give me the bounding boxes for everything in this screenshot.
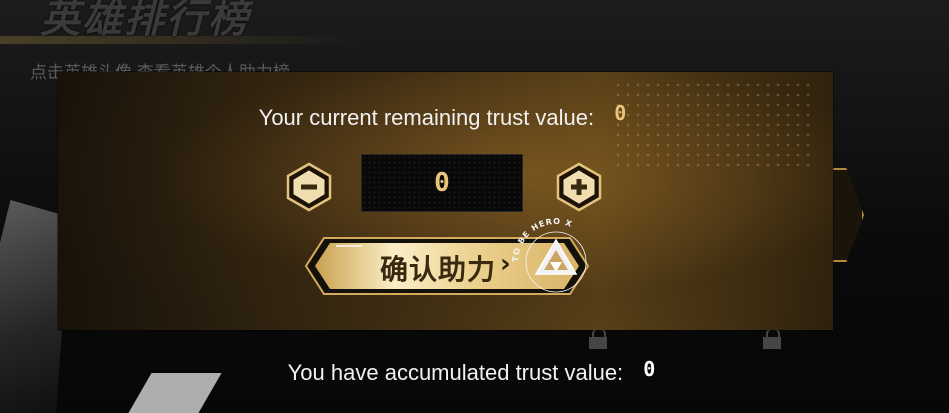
trust-amount-input[interactable]: 0 — [361, 154, 523, 212]
decrement-button[interactable] — [286, 162, 332, 212]
to-be-hero-x-badge-icon: TO BE HERO X — [511, 217, 587, 293]
trust-amount-value: 0 — [434, 168, 450, 198]
page-title: 英雄排行榜 — [40, 0, 250, 42]
accumulated-trust-row: You have accumulated trust value: 0 — [0, 357, 949, 386]
confirm-support-label: 确认助力 — [380, 253, 497, 286]
accumulated-trust-value: 0 — [643, 357, 656, 381]
lock-icon — [762, 328, 782, 350]
remaining-trust-row: Your current remaining trust value: 0 — [58, 101, 833, 131]
plus-icon — [556, 162, 602, 212]
lock-icon — [588, 328, 608, 350]
accumulated-trust-label: You have accumulated trust value: — [287, 360, 624, 385]
remaining-trust-label: Your current remaining trust value: — [258, 105, 595, 130]
minus-icon — [286, 162, 332, 212]
trust-dialog: Your current remaining trust value: 0 0 — [58, 72, 833, 330]
increment-button[interactable] — [556, 162, 602, 212]
remaining-trust-value: 0 — [614, 101, 627, 125]
